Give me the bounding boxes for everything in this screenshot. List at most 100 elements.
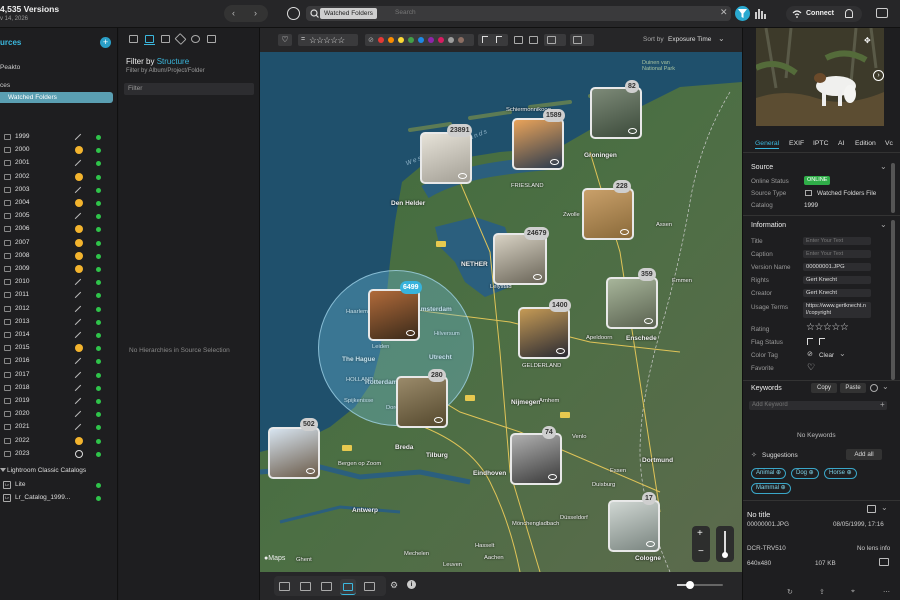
- eye-icon[interactable]: [550, 159, 559, 165]
- media-type-icon[interactable]: [207, 35, 216, 43]
- eye-icon[interactable]: [620, 229, 629, 235]
- clear-search-icon[interactable]: ✕: [720, 7, 728, 18]
- more-icon[interactable]: ⋯: [883, 588, 890, 596]
- eye-icon[interactable]: [646, 541, 655, 547]
- inspector-tab[interactable]: EXIF: [789, 140, 804, 147]
- year-folder-item[interactable]: 2012: [0, 303, 118, 316]
- year-folder-item[interactable]: 2007: [0, 237, 118, 250]
- paste-keywords-button[interactable]: Paste: [840, 383, 866, 393]
- catalog-row-lr[interactable]: Lr Lr_Catalog_1999...: [0, 491, 118, 504]
- year-folder-item[interactable]: 2016: [0, 355, 118, 368]
- inspector-scrollbar[interactable]: [891, 220, 895, 380]
- version-name-field[interactable]: 00000001.JPG: [803, 263, 871, 271]
- inspector-tab[interactable]: Edition: [855, 140, 876, 147]
- catalog-row-lite[interactable]: Lr Lite: [0, 478, 118, 491]
- photo-cluster-thumbnail[interactable]: [512, 118, 564, 170]
- slider-knob[interactable]: [686, 581, 694, 589]
- year-folder-item[interactable]: 2014: [0, 329, 118, 342]
- eye-icon[interactable]: [556, 348, 565, 354]
- inspector-tab[interactable]: IPTC: [813, 140, 828, 147]
- location-icon[interactable]: ⌖: [851, 588, 855, 596]
- year-folder-item[interactable]: 1999: [0, 131, 118, 144]
- rotate-icon[interactable]: ↻: [787, 588, 793, 596]
- eye-icon[interactable]: [406, 330, 415, 336]
- sync-icon[interactable]: [287, 7, 300, 20]
- year-folder-item[interactable]: 2003: [0, 184, 118, 197]
- structure-link[interactable]: Structure: [157, 57, 189, 66]
- share-icon[interactable]: ⇪: [819, 588, 825, 596]
- suggested-keyword-tag[interactable]: Dog ⊕: [791, 468, 819, 479]
- color-label-dot[interactable]: [418, 37, 424, 43]
- connect-button[interactable]: Connect: [786, 6, 862, 22]
- footer-chevron-icon[interactable]: ⌄: [881, 503, 888, 512]
- favorite-heart-icon[interactable]: ♡: [807, 362, 815, 373]
- watched-folders-item[interactable]: Watched Folders: [0, 92, 113, 103]
- info-panel-icon[interactable]: [867, 505, 876, 513]
- photo-cluster-thumbnail[interactable]: [368, 289, 420, 341]
- tag-icon[interactable]: [174, 32, 187, 46]
- pitch-control[interactable]: [716, 526, 734, 562]
- flag-filter[interactable]: [478, 34, 508, 46]
- eye-icon[interactable]: [548, 474, 557, 480]
- zoom-control[interactable]: + −: [692, 526, 710, 562]
- histogram-icon[interactable]: [755, 8, 766, 19]
- color-label-dot[interactable]: [388, 37, 394, 43]
- thumbnail-size-slider[interactable]: [677, 581, 723, 589]
- flag-icon[interactable]: [807, 338, 813, 345]
- pitch-slider-knob[interactable]: [722, 552, 728, 558]
- inspector-tab[interactable]: AI: [838, 140, 844, 147]
- add-tag-icon[interactable]: ⊕: [774, 470, 781, 476]
- year-folder-item[interactable]: 2006: [0, 223, 118, 236]
- filter-input[interactable]: Filter: [124, 83, 254, 95]
- raw-filter-icon[interactable]: [529, 36, 538, 44]
- zoom-in-icon[interactable]: +: [697, 528, 703, 539]
- filter-toggle-button[interactable]: [735, 6, 750, 21]
- calendar-icon[interactable]: [161, 35, 170, 43]
- inspector-tab[interactable]: Vc: [885, 140, 893, 147]
- year-folder-item[interactable]: 2019: [0, 395, 118, 408]
- expand-icon[interactable]: ✥: [864, 36, 871, 45]
- copy-keywords-button[interactable]: Copy: [811, 383, 837, 393]
- add-keyword-input[interactable]: Add Keyword +: [749, 400, 887, 410]
- peakto-row[interactable]: Peakto: [0, 64, 20, 71]
- color-tag-chevron-icon[interactable]: ⌄: [839, 349, 846, 358]
- map-view-tab[interactable]: [340, 579, 356, 595]
- back-arrow-icon[interactable]: ‹: [232, 8, 235, 18]
- eye-icon[interactable]: [533, 274, 542, 280]
- year-folder-item[interactable]: 2005: [0, 210, 118, 223]
- color-label-dot[interactable]: [438, 37, 444, 43]
- eye-icon[interactable]: [644, 318, 653, 324]
- map-view[interactable]: West Frisian Islands Duinen van National…: [260, 52, 742, 572]
- eye-icon[interactable]: [628, 128, 637, 134]
- year-folder-item[interactable]: 2002: [0, 171, 118, 184]
- add-tag-icon[interactable]: ⊕: [807, 470, 814, 476]
- zoom-out-icon[interactable]: −: [698, 546, 704, 557]
- color-label-dot[interactable]: [428, 37, 434, 43]
- year-folder-item[interactable]: 2001: [0, 157, 118, 170]
- single-view-icon[interactable]: [279, 582, 290, 591]
- folder-icon[interactable]: [129, 35, 138, 43]
- year-folder-item[interactable]: 2021: [0, 421, 118, 434]
- add-tag-icon[interactable]: ⊕: [779, 485, 786, 491]
- eye-icon[interactable]: [306, 468, 315, 474]
- suggested-keyword-tag[interactable]: Animal ⊕: [751, 468, 787, 479]
- creator-field[interactable]: Gert Knecht: [803, 289, 871, 297]
- settings-gear-icon[interactable]: ⚙: [390, 580, 398, 591]
- collapse-chevron-icon[interactable]: ⌄: [880, 162, 887, 171]
- eye-icon[interactable]: [434, 417, 443, 423]
- rights-field[interactable]: Gert Knecht: [803, 276, 871, 284]
- inspector-tab[interactable]: General: [755, 140, 780, 149]
- forward-arrow-icon[interactable]: ›: [254, 8, 257, 18]
- sort-value[interactable]: Exposure Time: [668, 36, 711, 43]
- photo-cluster-thumbnail[interactable]: [590, 87, 642, 139]
- reject-flag-icon[interactable]: [819, 338, 825, 345]
- color-label-dot[interactable]: [458, 37, 464, 43]
- photo-cluster-thumbnail[interactable]: [582, 188, 634, 240]
- photo-cluster-thumbnail[interactable]: [608, 500, 660, 552]
- eye-icon[interactable]: [458, 173, 467, 179]
- info-icon[interactable]: i: [407, 580, 416, 589]
- year-folder-item[interactable]: 2013: [0, 316, 118, 329]
- year-folder-item[interactable]: 2015: [0, 342, 118, 355]
- year-folder-item[interactable]: 2011: [0, 289, 118, 302]
- year-folder-item[interactable]: 2020: [0, 408, 118, 421]
